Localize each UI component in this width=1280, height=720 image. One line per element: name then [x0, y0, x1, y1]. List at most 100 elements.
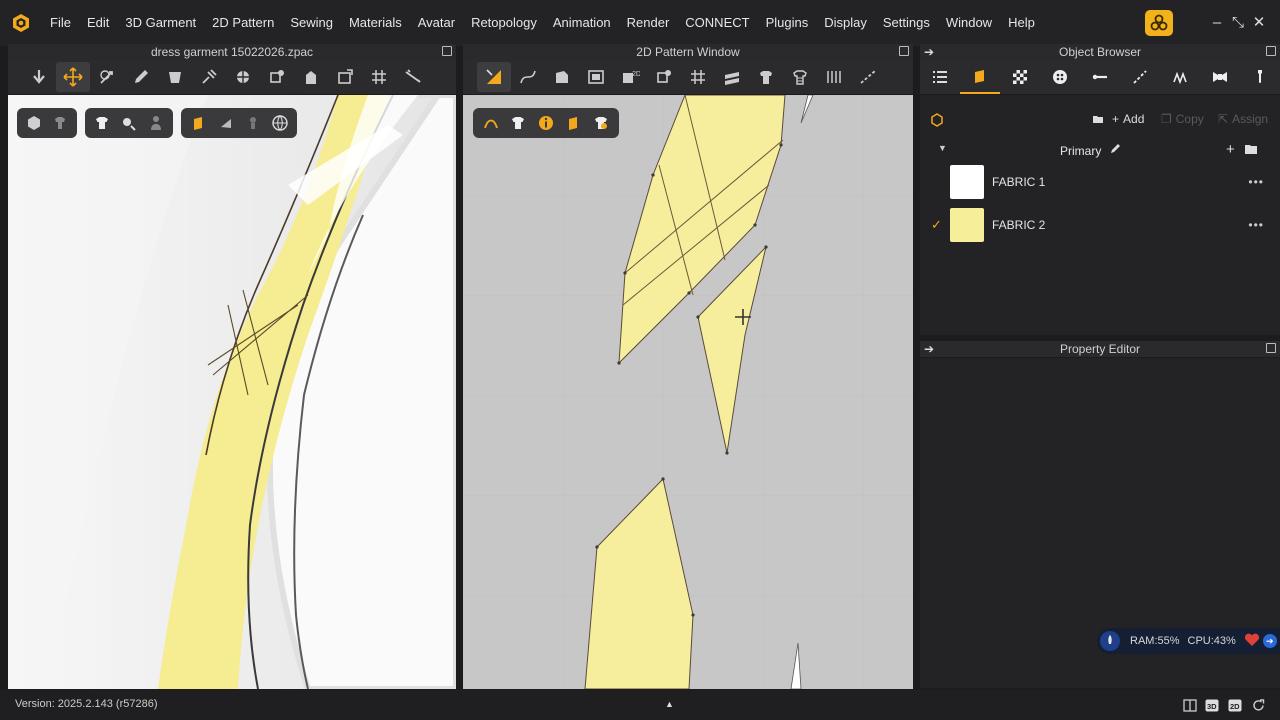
menu-render[interactable]: Render: [619, 0, 678, 46]
avatar-shade-icon[interactable]: [241, 111, 264, 135]
garment-settings-icon[interactable]: [589, 111, 613, 135]
maximize-3d-icon[interactable]: [442, 46, 452, 56]
menu-plugins[interactable]: Plugins: [758, 0, 817, 46]
menu-sewing[interactable]: Sewing: [282, 0, 341, 46]
info-icon[interactable]: [534, 111, 558, 135]
arrangement-icon[interactable]: [226, 62, 260, 92]
maximize-object-browser-icon[interactable]: [1266, 46, 1276, 56]
more-options-icon[interactable]: •••: [1248, 175, 1264, 189]
close-icon[interactable]: ✕: [1249, 12, 1269, 34]
size-edit-icon[interactable]: [328, 62, 362, 92]
list-item[interactable]: ✓ FABRIC 2 •••: [920, 204, 1280, 246]
simulation-icon[interactable]: [22, 62, 56, 92]
trace-icon[interactable]: [647, 62, 681, 92]
grading-icon[interactable]: [681, 62, 715, 92]
menu-window[interactable]: Window: [938, 0, 1000, 46]
tack-icon[interactable]: [260, 62, 294, 92]
segment-sewing-icon[interactable]: [783, 62, 817, 92]
list-view-icon[interactable]: [920, 60, 960, 94]
topstitch-tab-icon[interactable]: [1120, 60, 1160, 94]
fabric-swatch[interactable]: [950, 208, 984, 242]
3d-view-icon[interactable]: 3D: [1205, 699, 1219, 712]
refresh-icon[interactable]: [1252, 699, 1266, 712]
2d-view-icon[interactable]: 2D: [1228, 699, 1242, 712]
globe-icon[interactable]: [268, 111, 291, 135]
menu-connect[interactable]: CONNECT: [677, 0, 757, 46]
add-folder-icon[interactable]: [1244, 143, 1258, 158]
collapse-group-icon[interactable]: ▼: [938, 143, 947, 153]
fabric-swatch[interactable]: [950, 165, 984, 199]
layout-view-icon[interactable]: [1183, 699, 1197, 712]
pin-icon[interactable]: [192, 62, 226, 92]
graphic-tab-icon[interactable]: [1000, 60, 1040, 94]
show-avatar-icon[interactable]: [144, 111, 167, 135]
garment-fit-icon[interactable]: [294, 62, 328, 92]
show-garment-icon[interactable]: [91, 111, 114, 135]
internal-polygon-icon[interactable]: 2D: [613, 62, 647, 92]
show-pattern-icon[interactable]: [507, 111, 531, 135]
expand-monitor-icon[interactable]: ➔: [1262, 634, 1277, 648]
transform-icon[interactable]: [90, 62, 124, 92]
maximize-2d-icon[interactable]: [899, 46, 909, 56]
menu-display[interactable]: Display: [816, 0, 875, 46]
trims-tab-icon[interactable]: [1200, 60, 1240, 94]
object-browser-tabs: [920, 60, 1280, 94]
list-item[interactable]: FABRIC 1 •••: [920, 161, 1280, 203]
rename-group-icon[interactable]: [1109, 143, 1121, 158]
menu-avatar[interactable]: Avatar: [410, 0, 463, 46]
transform-pattern-icon[interactable]: [477, 62, 511, 92]
assign-button[interactable]: ⇱ Assign: [1218, 112, 1268, 126]
menu-file[interactable]: File: [42, 0, 79, 46]
app-logo-icon[interactable]: [10, 12, 32, 34]
menu-retopology[interactable]: Retopology: [463, 0, 545, 46]
seam-allowance-icon[interactable]: [715, 62, 749, 92]
fold-icon[interactable]: [158, 62, 192, 92]
copy-button[interactable]: ❐ Copy: [1161, 112, 1204, 126]
measure-icon[interactable]: [396, 62, 430, 92]
menu-3d-garment[interactable]: 3D Garment: [117, 0, 204, 46]
garment-display-icon[interactable]: [49, 111, 71, 135]
grid-segment-icon[interactable]: [362, 62, 396, 92]
menu-edit[interactable]: Edit: [79, 0, 117, 46]
menu-2d-pattern[interactable]: 2D Pattern: [204, 0, 282, 46]
plugin-launcher-icon[interactable]: [1145, 10, 1173, 36]
minimize-icon[interactable]: –: [1207, 12, 1227, 34]
brush-icon[interactable]: [124, 62, 158, 92]
rectangle-icon[interactable]: [579, 62, 613, 92]
puckering-tab-icon[interactable]: [1160, 60, 1200, 94]
2d-pattern-viewport[interactable]: [463, 95, 913, 689]
property-editor-arrow-icon[interactable]: ➔: [924, 341, 934, 357]
add-button[interactable]: + Add: [1112, 112, 1144, 126]
edit-curve-icon[interactable]: [511, 62, 545, 92]
restore-icon[interactable]: ⤡: [1228, 12, 1248, 34]
resource-monitor[interactable]: RAM:55% CPU:43% ➔: [1097, 628, 1280, 654]
more-options-icon[interactable]: •••: [1248, 218, 1264, 232]
texture-view-icon[interactable]: [187, 111, 210, 135]
fabric-tab-icon[interactable]: [960, 60, 1000, 94]
zipper-tab-icon[interactable]: [1240, 60, 1280, 94]
menu-materials[interactable]: Materials: [341, 0, 410, 46]
menu-animation[interactable]: Animation: [545, 0, 619, 46]
polygon-icon[interactable]: [545, 62, 579, 92]
maximize-property-editor-icon[interactable]: [1266, 343, 1276, 353]
add-fabric-icon[interactable]: +: [1226, 141, 1235, 158]
fabric-texture-icon[interactable]: [562, 111, 586, 135]
sewing-icon[interactable]: [749, 62, 783, 92]
fabric-asset-icon[interactable]: [930, 113, 944, 130]
pleats-icon[interactable]: [817, 62, 851, 92]
health-heart-icon: [1244, 633, 1260, 650]
menu-settings[interactable]: Settings: [875, 0, 938, 46]
object-browser-arrow-icon[interactable]: ➔: [924, 44, 934, 60]
measure-2d-icon[interactable]: [851, 62, 885, 92]
pattern-tool-icon[interactable]: [479, 111, 503, 135]
buttonhole-tab-icon[interactable]: [1080, 60, 1120, 94]
open-folder-button[interactable]: [1092, 113, 1104, 125]
garment-pins-icon[interactable]: [118, 111, 141, 135]
button-tab-icon[interactable]: [1040, 60, 1080, 94]
menu-help[interactable]: Help: [1000, 0, 1043, 46]
select-move-icon[interactable]: [56, 62, 90, 92]
shaded-view-icon[interactable]: [214, 111, 237, 135]
avatar-display-icon[interactable]: [23, 111, 45, 135]
expand-up-icon[interactable]: ▲: [665, 699, 674, 709]
3d-viewport[interactable]: [8, 95, 456, 689]
